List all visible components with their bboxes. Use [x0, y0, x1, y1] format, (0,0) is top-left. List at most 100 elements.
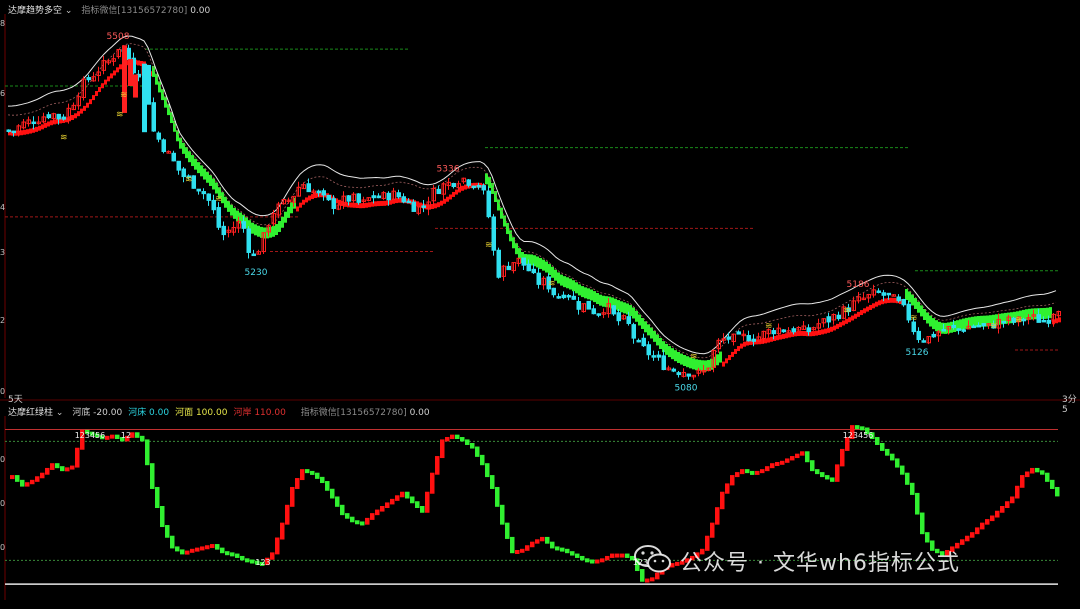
trend-band-segment — [311, 194, 314, 200]
candle-body — [971, 325, 976, 329]
oscillator-bar — [410, 496, 415, 504]
trend-band-segment — [539, 257, 542, 269]
oscillator-bar — [725, 483, 730, 494]
trend-band-segment — [77, 111, 80, 117]
period-label: 5天 — [8, 395, 23, 405]
oscillator-bar — [920, 512, 925, 535]
trend-band-segment — [644, 321, 647, 333]
trend-band-segment — [842, 320, 845, 326]
trend-band-segment — [275, 224, 278, 236]
candle-body — [126, 47, 131, 61]
trend-band-segment — [35, 126, 38, 132]
trend-band-segment — [962, 318, 965, 330]
signal-icon: ≋ — [485, 241, 493, 251]
trend-band-segment — [440, 200, 443, 206]
oscillator-bar — [1000, 506, 1005, 513]
oscillator-bar — [220, 547, 225, 554]
trend-band-segment — [74, 113, 77, 119]
candle-body — [46, 114, 51, 119]
candle-body — [401, 196, 406, 203]
oscillator-bar — [1025, 471, 1030, 478]
candle-body — [421, 205, 426, 208]
candle-body — [86, 77, 91, 81]
trend-band-segment — [98, 87, 101, 93]
oscillator-bar — [175, 546, 180, 552]
oscillator-bar — [720, 491, 725, 510]
candle-body — [561, 294, 566, 299]
oscillator-bar — [970, 532, 975, 538]
candle-body — [636, 339, 641, 343]
trend-band-segment — [839, 322, 842, 328]
oscillator-bar — [355, 520, 360, 525]
oscillator-bar — [70, 465, 75, 470]
signal-icon: ≋ — [910, 314, 918, 324]
trend-band-segment — [722, 361, 725, 367]
oscillator-bar — [565, 548, 570, 554]
top-y-tick-label: 3 — [0, 248, 5, 257]
oscillator-bar — [310, 470, 315, 475]
oscillator-bar — [560, 547, 565, 552]
count-label: 123 — [255, 558, 270, 567]
legend-item: 河底 -20.00 — [72, 408, 123, 418]
signal-icon: ≋ — [843, 306, 851, 316]
candle-body — [726, 336, 731, 340]
signal-icon: ≋ — [185, 175, 193, 185]
oscillator-bar — [895, 458, 900, 468]
trend-band-segment — [656, 334, 659, 346]
peak-label: 5186 — [847, 280, 870, 290]
trend-band-segment — [620, 301, 623, 313]
candle-body — [1041, 319, 1046, 323]
candle-body — [661, 355, 666, 371]
trend-band-segment — [728, 355, 731, 361]
peak-label: 5508 — [107, 32, 130, 42]
trend-band-segment — [461, 185, 464, 191]
trend-band-segment — [314, 193, 317, 199]
candle-body — [751, 338, 756, 342]
bottom-panel-header: 达摩红绿柱 ⌄ 河底 -20.00 河床 0.00 河面 100.00 河岸 110.… — [8, 405, 436, 418]
oscillator-bar — [295, 478, 300, 489]
oscillator-bar — [610, 553, 615, 558]
trend-band-segment — [929, 315, 932, 327]
candle-body — [171, 152, 176, 162]
trend-band-segment — [878, 300, 881, 306]
trend-band-segment — [380, 200, 383, 206]
top-panel-header: 达摩趋势多空 ⌄ 指标微信[13156572780] 0.00 — [8, 3, 216, 16]
trend-band-segment — [914, 297, 917, 309]
bottom-indicator-name[interactable]: 达摩红绿柱 — [8, 408, 53, 418]
oscillator-bar — [25, 482, 30, 487]
dropdown-chevron-icon[interactable]: ⌄ — [65, 6, 73, 16]
oscillator-bar — [210, 544, 215, 549]
signal-icon: ≋ — [116, 110, 124, 120]
oscillator-bar — [910, 482, 915, 495]
candle-body — [161, 139, 166, 153]
trend-band-segment — [863, 308, 866, 314]
trend-band-segment — [731, 351, 734, 357]
trend-band-segment — [920, 305, 923, 317]
oscillator-bar — [325, 481, 330, 491]
trend-band-segment — [305, 197, 308, 203]
oscillator-bar — [990, 515, 995, 522]
peak-label: 5336 — [437, 165, 460, 175]
oscillator-bar — [875, 437, 880, 445]
candle-body — [251, 253, 256, 257]
top-indicator-name[interactable]: 达摩趋势多空 — [8, 6, 62, 16]
trend-band-segment — [287, 206, 290, 218]
trend-band-segment — [23, 129, 26, 135]
oscillator-bar — [750, 470, 755, 475]
chart-stage: 8 6 4 3 2 0 0 0 0 ≋ ≋ ≋ ≋ ≋ ≋ ≋ ≋ ≋ ≋ ≋ ≋ ≋ 5508 5336 5186 5230 50… — [0, 0, 1080, 605]
oscillator-bar — [965, 535, 970, 542]
oscillator-bar — [345, 513, 350, 519]
oscillator-bar — [290, 486, 295, 507]
trend-band-segment — [299, 202, 302, 208]
candle-body — [11, 130, 16, 134]
candle-body — [486, 190, 491, 218]
oscillator-bar — [530, 541, 535, 548]
oscillator-bar — [155, 486, 160, 508]
top-y-tick-label: 6 — [0, 89, 5, 98]
oscillator-bar — [335, 496, 340, 507]
candle-body — [671, 368, 676, 372]
candle-body — [876, 290, 881, 293]
dropdown-chevron-icon[interactable]: ⌄ — [56, 408, 64, 418]
trend-band-segment — [107, 76, 110, 82]
oscillator-bar — [340, 504, 345, 516]
